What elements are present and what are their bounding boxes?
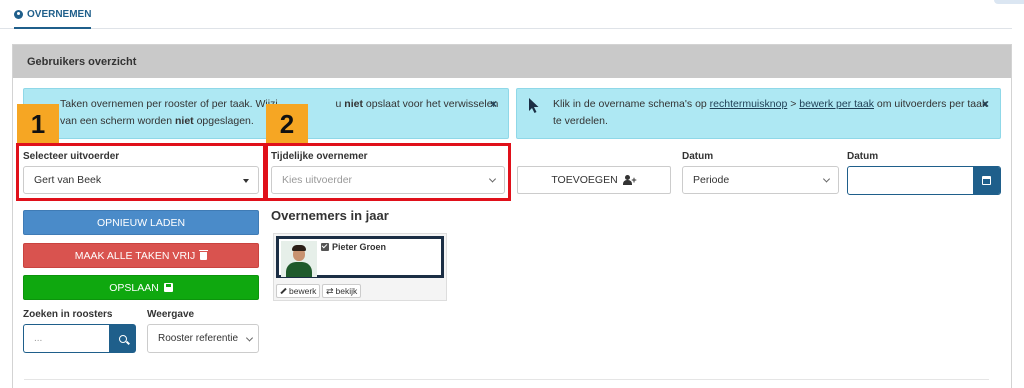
save-button-label: OPSLAAN [109,281,159,294]
alert-right-line1: Klik in de overname schema's op rechterm… [553,98,988,110]
tab-bar: OVERNEMEN [0,0,1012,29]
view-label: Weergave [147,309,195,320]
user-circle-icon [14,10,23,19]
search-input[interactable]: ... [23,324,109,353]
step-badge-2: 2 [266,104,308,144]
user-plus-icon: + [622,175,637,185]
free-all-tasks-button[interactable]: MAAK ALLE TAKEN VRIJ [23,243,259,268]
tab-overnemen-label: OVERNEMEN [27,9,92,20]
search-placeholder: ... [34,333,43,344]
close-icon[interactable]: × [982,96,989,113]
date-label-1: Datum [682,151,714,162]
search-button[interactable] [109,324,136,353]
edit-per-task-link[interactable]: bewerk per taak [799,98,874,110]
info-alert-right: Klik in de overname schema's op rechterm… [516,88,1001,139]
save-icon [163,283,173,292]
highlight-box-1 [16,143,266,201]
date-period-value: Periode [693,174,730,186]
close-icon[interactable]: × [490,96,497,113]
pencil-icon [280,287,287,295]
chevron-down-icon [822,175,831,183]
reload-button[interactable]: OPNIEUW LADEN [23,210,259,235]
view-select[interactable]: Rooster referentie [147,324,259,353]
trash-icon [199,249,209,260]
view-button[interactable]: ⇄ bekijk [322,284,362,298]
step-badge-1: 1 [17,104,59,144]
date-period-select[interactable]: Periode [682,166,839,194]
view-select-value: Rooster referentie [158,333,239,344]
chevron-down-icon [245,333,254,342]
add-button[interactable]: TOEVOEGEN + [517,166,671,194]
takers-heading: Overnemers in jaar [271,208,389,223]
check-square-icon[interactable] [321,243,329,251]
taker-name: Pieter Groen [321,242,386,252]
calendar-icon [982,176,991,185]
avatar [281,241,317,277]
calendar-button[interactable] [973,167,1000,194]
panel-title: Gebruikers overzicht [13,45,1011,78]
highlight-box-2 [265,143,511,201]
right-click-link[interactable]: rechtermuisknop [710,98,788,110]
search-icon [118,334,127,343]
free-all-label: MAAK ALLE TAKEN VRIJ [74,249,196,262]
date-input[interactable] [847,166,1001,195]
save-button[interactable]: OPSLAAN [23,275,259,300]
divider [24,379,989,380]
alert-right-line2: te verdelen. [553,115,608,127]
date-label-2: Datum [847,151,879,162]
corner-tab[interactable] [994,0,1024,4]
tab-overnemen[interactable]: OVERNEMEN [14,8,92,29]
search-label: Zoeken in roosters [23,309,113,320]
taker-card: Pieter Groen bewerk ⇄ bekijk [273,233,447,301]
reload-button-label: OPNIEUW LADEN [96,216,186,229]
add-button-label: TOEVOEGEN [551,174,618,186]
taker-card-header[interactable]: Pieter Groen [276,236,444,278]
retweet-icon: ⇄ [326,286,334,296]
edit-button[interactable]: bewerk [276,284,321,298]
